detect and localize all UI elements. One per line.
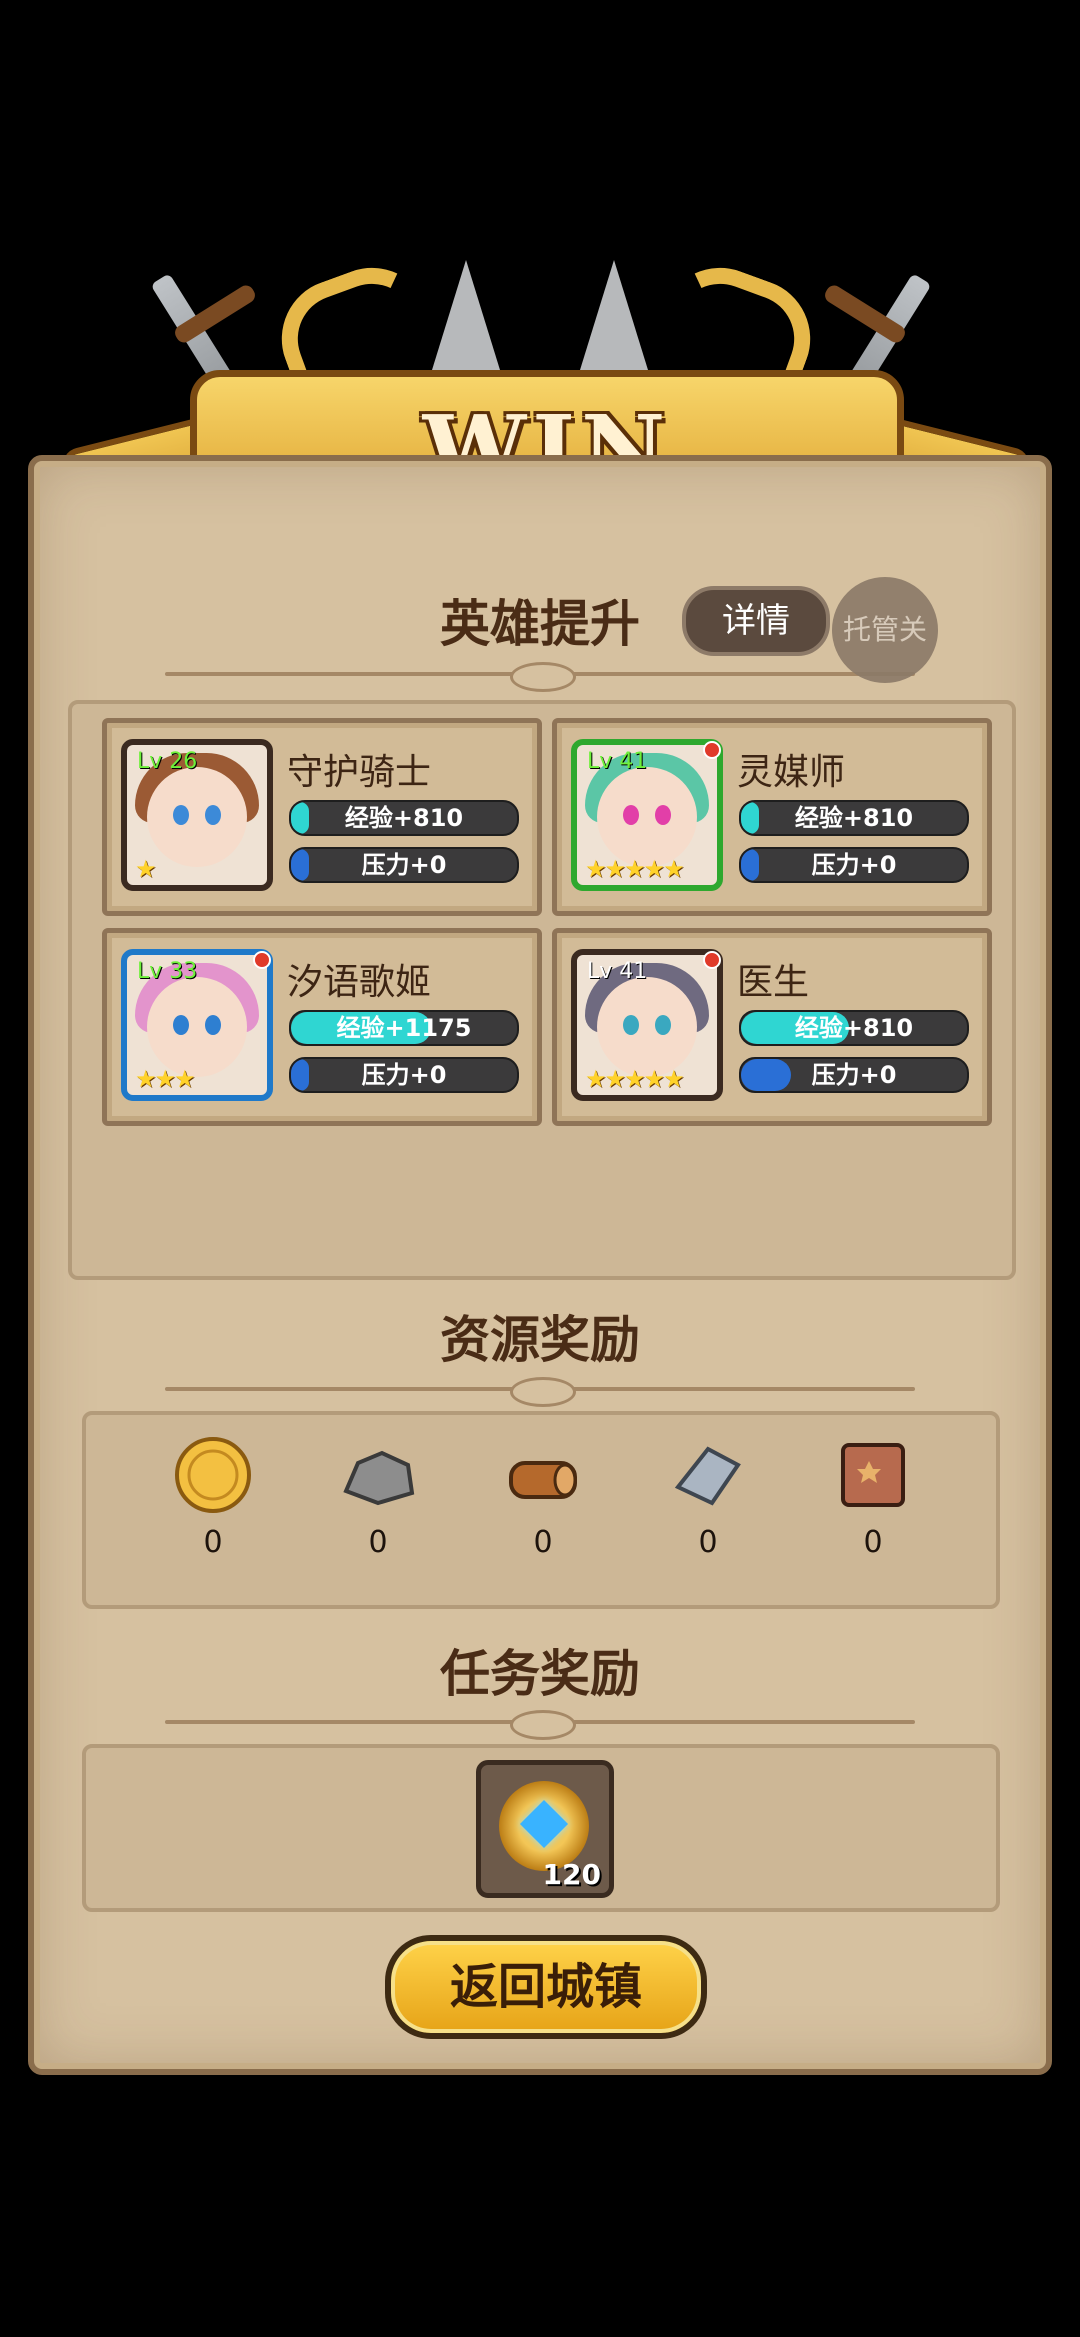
task-rewards: 120 <box>82 1744 1000 1912</box>
stone-icon <box>338 1435 418 1515</box>
hero-stars: ★★★★★ <box>585 855 685 883</box>
stress-text: 压力+0 <box>811 851 897 879</box>
leather-icon <box>833 1435 913 1515</box>
stress-text: 压力+0 <box>361 851 447 879</box>
exp-text: 经验+810 <box>794 804 914 832</box>
hero-card[interactable]: Lv 26 ★ 守护骑士 经验+810 压力+0 <box>102 718 542 916</box>
hero-portrait: Lv 41 ★★★★★ <box>571 739 723 891</box>
alert-dot-icon <box>703 741 721 759</box>
hero-list: Lv 26 ★ 守护骑士 经验+810 压力+0 Lv 41 ★★★★★ 灵媒师… <box>68 700 1016 1280</box>
gold-coin-icon <box>173 1435 253 1515</box>
stress-text: 压力+0 <box>361 1061 447 1089</box>
exp-bar: 经验+810 <box>739 800 969 836</box>
hero-level: Lv 41 <box>587 959 648 984</box>
hero-portrait: Lv 41 ★★★★★ <box>571 949 723 1101</box>
hero-name: 守护骑士 <box>287 752 432 793</box>
divider <box>165 662 915 692</box>
resource-item: 0 <box>648 1435 768 1585</box>
task-reward-item[interactable]: 120 <box>476 1760 614 1898</box>
alert-dot-icon <box>253 951 271 969</box>
stress-bar: 压力+0 <box>739 847 969 883</box>
resource-value: 0 <box>863 1525 883 1560</box>
hero-card[interactable]: Lv 41 ★★★★★ 医生 经验+810 压力+0 <box>552 928 992 1126</box>
exp-bar: 经验+810 <box>739 1010 969 1046</box>
reward-count: 120 <box>542 1858 601 1891</box>
hero-card[interactable]: Lv 33 ★★★ 汐语歌姬 经验+1175 压力+0 <box>102 928 542 1126</box>
resource-value: 0 <box>368 1525 388 1560</box>
task-section-title: 任务奖励 <box>440 1645 640 1703</box>
resource-item: 0 <box>813 1435 933 1585</box>
resource-item: 0 <box>318 1435 438 1585</box>
resource-rewards: 0 0 0 0 0 <box>82 1411 1000 1609</box>
resource-value: 0 <box>533 1525 553 1560</box>
exp-text: 经验+810 <box>794 1014 914 1042</box>
alert-dot-icon <box>703 951 721 969</box>
hero-card[interactable]: Lv 41 ★★★★★ 灵媒师 经验+810 压力+0 <box>552 718 992 916</box>
stress-bar: 压力+0 <box>739 1057 969 1093</box>
iron-ingot-icon <box>668 1435 748 1515</box>
resource-item: 0 <box>483 1435 603 1585</box>
resource-section-title: 资源奖励 <box>440 1311 640 1369</box>
stress-bar: 压力+0 <box>289 1057 519 1093</box>
hero-name: 医生 <box>737 962 810 1003</box>
resource-item: 0 <box>153 1435 273 1585</box>
wood-log-icon <box>503 1435 583 1515</box>
exp-text: 经验+810 <box>344 804 464 832</box>
exp-text: 经验+1175 <box>336 1014 472 1042</box>
resource-value: 0 <box>698 1525 718 1560</box>
hero-level: Lv 41 <box>587 749 648 774</box>
divider <box>165 1710 915 1740</box>
hero-stars: ★★★ <box>135 1065 196 1093</box>
hero-stars: ★★★★★ <box>585 1065 685 1093</box>
stress-bar: 压力+0 <box>289 847 519 883</box>
details-button[interactable]: 详情 <box>682 586 830 656</box>
hero-name: 灵媒师 <box>737 752 846 793</box>
hero-portrait: Lv 26 ★ <box>121 739 273 891</box>
resource-value: 0 <box>203 1525 223 1560</box>
return-to-town-button[interactable]: 返回城镇 <box>385 1935 707 2039</box>
stress-text: 压力+0 <box>811 1061 897 1089</box>
exp-bar: 经验+1175 <box>289 1010 519 1046</box>
hero-level: Lv 26 <box>137 749 198 774</box>
hero-portrait: Lv 33 ★★★ <box>121 949 273 1101</box>
hero-level: Lv 33 <box>137 959 198 984</box>
spear-icon <box>580 260 648 370</box>
divider <box>165 1377 915 1407</box>
hero-stars: ★ <box>135 855 156 883</box>
hero-name: 汐语歌姬 <box>287 962 432 1003</box>
exp-bar: 经验+810 <box>289 800 519 836</box>
auto-battle-toggle[interactable]: 托管关 <box>832 577 938 683</box>
